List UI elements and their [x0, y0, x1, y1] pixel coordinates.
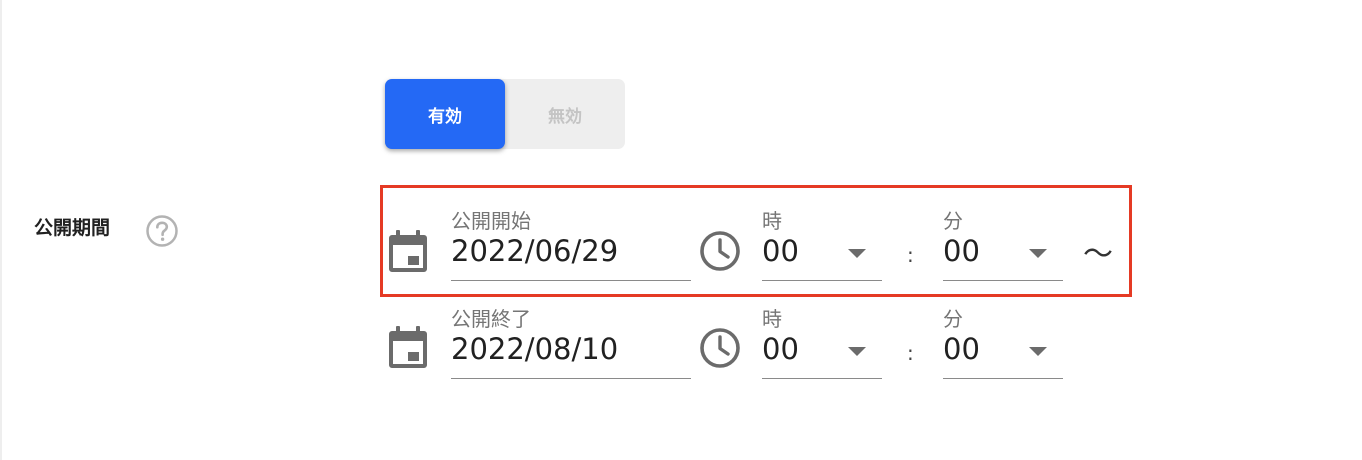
end-minute-value[interactable]: 00: [943, 332, 980, 366]
start-time-colon: :: [907, 243, 914, 267]
clock-icon: [700, 328, 740, 368]
start-minute-label: 分: [943, 209, 963, 233]
end-time-colon: :: [907, 341, 914, 365]
question-circle-icon[interactable]: [145, 214, 179, 248]
start-minute-value[interactable]: 00: [943, 234, 980, 268]
chevron-down-icon[interactable]: [1029, 347, 1047, 356]
end-date-underline: [451, 378, 691, 379]
disabled-button[interactable]: 無効: [505, 79, 625, 149]
chevron-down-icon[interactable]: [1029, 249, 1047, 258]
end-minute-underline: [943, 378, 1063, 379]
publish-toggle: 有効 無効: [385, 79, 625, 149]
end-date-label: 公開終了: [451, 307, 531, 331]
end-date-input[interactable]: 2022/08/10: [451, 332, 618, 366]
left-border: [0, 0, 2, 460]
clock-icon: [700, 231, 740, 271]
end-minute-label: 分: [943, 307, 963, 331]
start-hour-value[interactable]: 00: [762, 234, 799, 268]
calendar-icon[interactable]: [388, 229, 428, 273]
start-date-underline: [451, 280, 691, 281]
start-date-input[interactable]: 2022/06/29: [451, 234, 618, 268]
end-hour-value[interactable]: 00: [762, 332, 799, 366]
start-minute-underline: [943, 280, 1063, 281]
start-hour-underline: [762, 280, 882, 281]
chevron-down-icon[interactable]: [848, 347, 866, 356]
start-date-label: 公開開始: [451, 209, 531, 233]
range-separator: 〜: [1083, 237, 1113, 272]
chevron-down-icon[interactable]: [848, 249, 866, 258]
start-hour-label: 時: [762, 209, 782, 233]
end-hour-label: 時: [762, 307, 782, 331]
publish-period-label: 公開期間: [34, 217, 111, 239]
calendar-icon[interactable]: [388, 325, 428, 369]
enabled-button[interactable]: 有効: [385, 79, 505, 149]
end-hour-underline: [762, 378, 882, 379]
